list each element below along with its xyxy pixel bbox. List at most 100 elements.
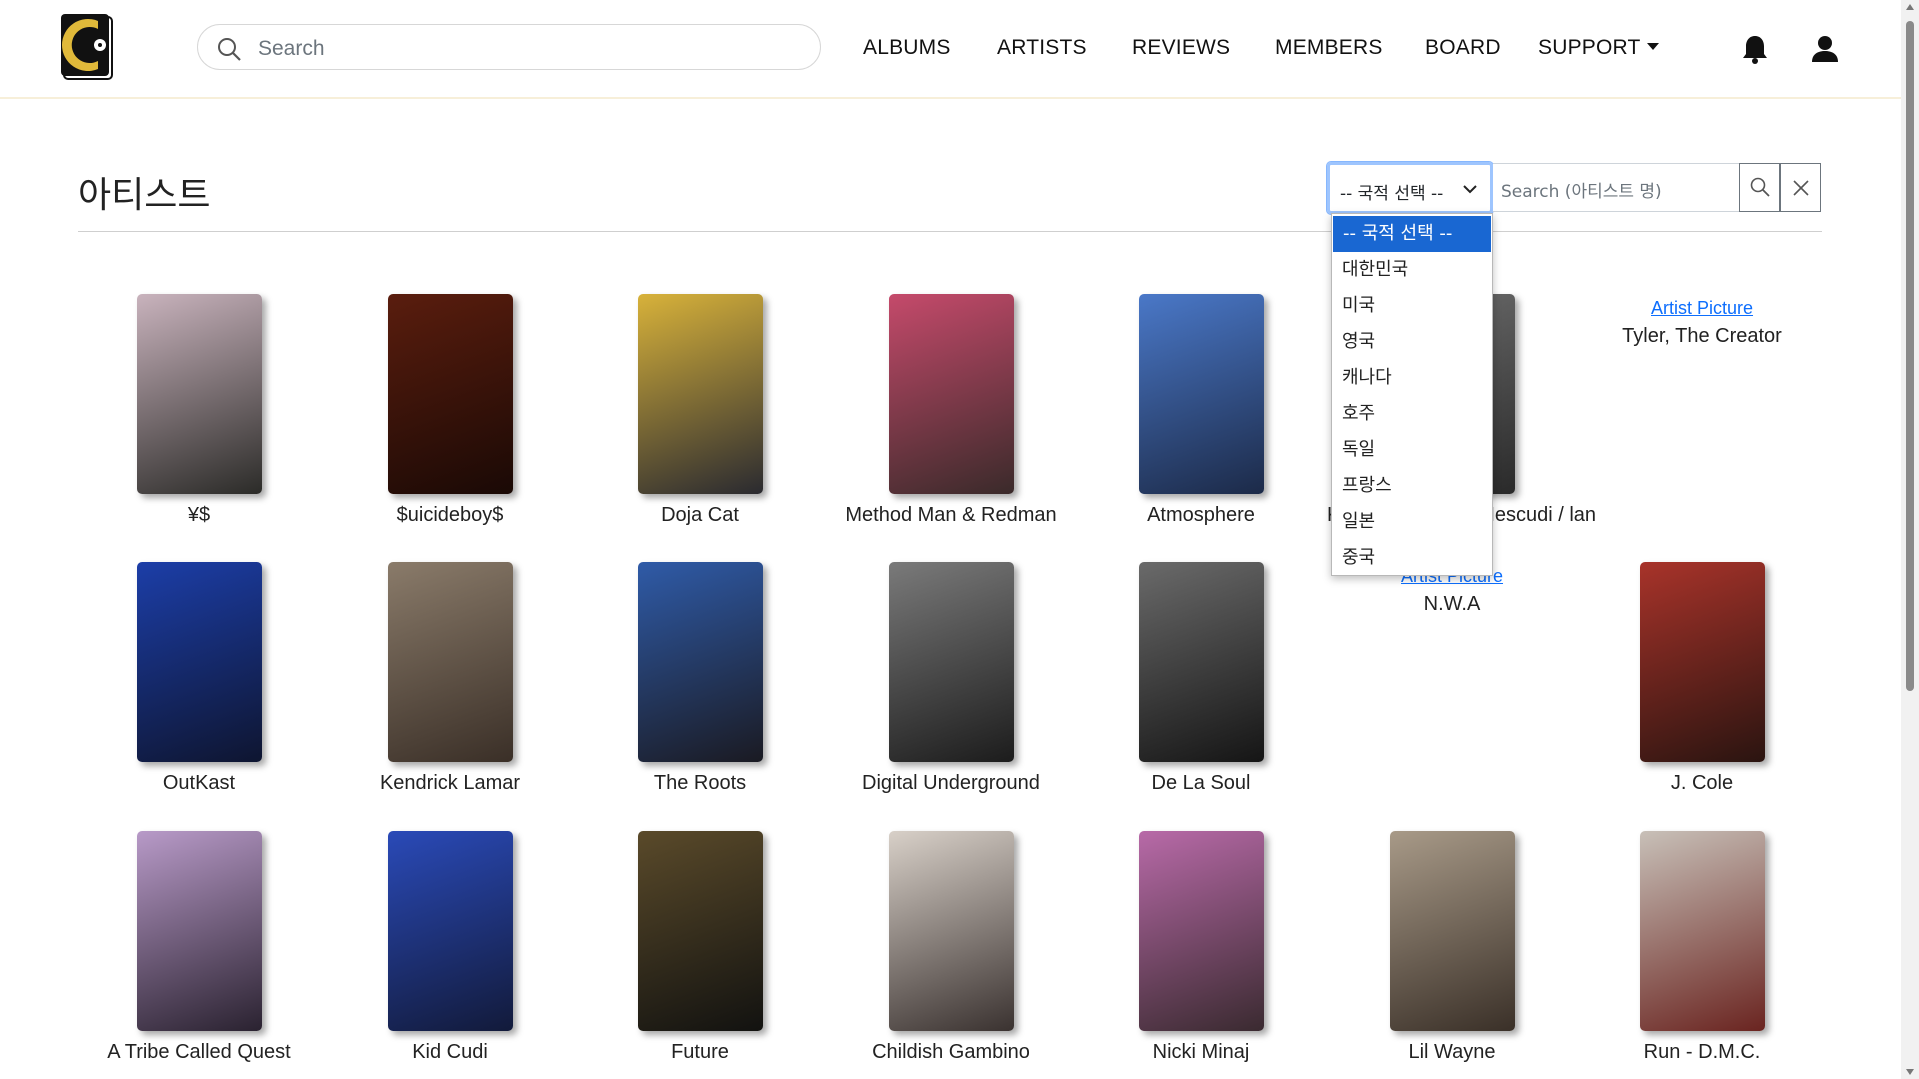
page-scrollbar[interactable] xyxy=(1901,0,1919,1079)
nav-reviews[interactable]: REVIEWS xyxy=(1132,36,1230,60)
top-navbar: Search ALBUMS ARTISTS REVIEWS MEMBERS BO… xyxy=(0,0,1901,99)
search-icon xyxy=(1750,177,1770,197)
artist-card[interactable]: Kid Cudi xyxy=(325,831,575,1064)
broken-image-alt[interactable]: Artist Picture xyxy=(1577,298,1827,319)
artist-photo[interactable] xyxy=(1138,831,1264,1031)
artist-card[interactable]: Method Man & Redman xyxy=(826,294,1076,527)
artist-photo-placeholder xyxy=(1639,562,1765,762)
artist-card[interactable]: Digital Underground xyxy=(826,562,1076,795)
artist-card[interactable]: Doja Cat xyxy=(575,294,825,527)
artist-name[interactable]: Lil Wayne xyxy=(1327,1041,1577,1064)
artist-card[interactable]: A Tribe Called Quest xyxy=(74,831,324,1064)
artist-name[interactable]: Childish Gambino xyxy=(826,1041,1076,1064)
artist-name[interactable]: Future xyxy=(575,1041,825,1064)
dropdown-option[interactable]: 영국 xyxy=(1332,324,1492,360)
user-icon[interactable] xyxy=(1811,35,1839,63)
dropdown-option[interactable]: 일본 xyxy=(1332,504,1492,540)
artist-card[interactable]: OutKast xyxy=(74,562,324,795)
dropdown-option[interactable]: 미국 xyxy=(1332,288,1492,324)
nationality-dropdown: -- 국적 선택 -- 대한민국 미국 영국 캐나다 호주 독일 프랑스 일본 … xyxy=(1331,213,1493,576)
artist-photo[interactable] xyxy=(888,831,1014,1031)
artist-card[interactable]: Artist Picture Tyler, The Creator xyxy=(1577,294,1827,348)
nav-support[interactable]: SUPPORT xyxy=(1538,36,1659,60)
nav-artists[interactable]: ARTISTS xyxy=(997,36,1087,60)
artist-card[interactable]: Run - D.M.C. xyxy=(1577,831,1827,1064)
global-search[interactable]: Search xyxy=(197,24,821,70)
artist-photo[interactable] xyxy=(888,562,1014,762)
artist-name[interactable]: Atmosphere xyxy=(1076,504,1326,527)
nationality-select[interactable]: -- 국적 선택 -- xyxy=(1326,161,1494,215)
artist-photo[interactable] xyxy=(136,294,262,494)
page-title: 아티스트 xyxy=(78,175,211,216)
artist-photo[interactable] xyxy=(387,562,513,762)
artist-card[interactable]: Kendrick Lamar xyxy=(325,562,575,795)
artist-name[interactable]: Doja Cat xyxy=(575,504,825,527)
clear-search-button[interactable] xyxy=(1780,163,1821,212)
artist-card[interactable]: The Roots xyxy=(575,562,825,795)
artist-search-input[interactable]: Search (아티스트 명) xyxy=(1493,163,1740,212)
dropdown-option[interactable]: 독일 xyxy=(1332,432,1492,468)
artist-name[interactable]: The Roots xyxy=(575,772,825,795)
artist-card[interactable]: Nicki Minaj xyxy=(1076,831,1326,1064)
artist-photo[interactable] xyxy=(1389,831,1515,1031)
artist-photo[interactable] xyxy=(888,294,1014,494)
artist-name[interactable]: Kid Cudi xyxy=(325,1041,575,1064)
nav-albums[interactable]: ALBUMS xyxy=(863,36,951,60)
site-logo-icon[interactable] xyxy=(60,13,114,81)
artist-name[interactable]: OutKast xyxy=(74,772,324,795)
artist-photo-placeholder xyxy=(637,831,763,1031)
artist-photo[interactable] xyxy=(136,831,262,1031)
artist-card[interactable]: De La Soul xyxy=(1076,562,1326,795)
dropdown-option[interactable]: 프랑스 xyxy=(1332,468,1492,504)
artist-photo[interactable] xyxy=(637,562,763,762)
bell-icon[interactable] xyxy=(1741,34,1769,64)
artist-name[interactable]: De La Soul xyxy=(1076,772,1326,795)
artist-photo[interactable] xyxy=(1138,294,1264,494)
dropdown-option[interactable]: 호주 xyxy=(1332,396,1492,432)
artist-name[interactable]: Nicki Minaj xyxy=(1076,1041,1326,1064)
artist-card[interactable]: Lil Wayne xyxy=(1327,831,1577,1064)
artist-photo-placeholder xyxy=(1389,831,1515,1031)
artist-name[interactable]: Tyler, The Creator xyxy=(1577,325,1827,348)
artist-photo[interactable] xyxy=(1639,562,1765,762)
artist-card[interactable]: Future xyxy=(575,831,825,1064)
artist-photo[interactable] xyxy=(387,294,513,494)
artist-card[interactable]: ¥$ xyxy=(74,294,324,527)
artist-name[interactable]: ¥$ xyxy=(74,504,324,527)
artist-name[interactable]: N.W.A xyxy=(1327,593,1577,616)
scrollbar-thumb[interactable] xyxy=(1906,21,1914,691)
artist-name[interactable]: Digital Underground xyxy=(826,772,1076,795)
artist-name[interactable]: Method Man & Redman xyxy=(826,504,1076,527)
artist-card[interactable]: Atmosphere xyxy=(1076,294,1326,527)
dropdown-option[interactable]: 중국 xyxy=(1332,540,1492,576)
artist-photo-placeholder xyxy=(1138,831,1264,1031)
dropdown-option[interactable]: 캐나다 xyxy=(1332,360,1492,396)
artist-photo[interactable] xyxy=(1639,831,1765,1031)
artist-name[interactable]: $uicideboy$ xyxy=(325,504,575,527)
scroll-down-icon[interactable] xyxy=(1906,1069,1914,1075)
dropdown-option[interactable]: 대한민국 xyxy=(1332,252,1492,288)
artist-name[interactable]: J. Cole xyxy=(1577,772,1827,795)
artist-photo[interactable] xyxy=(1138,562,1264,762)
artist-photo[interactable] xyxy=(387,831,513,1031)
artist-photo-placeholder xyxy=(637,294,763,494)
nav-support-label: SUPPORT xyxy=(1538,36,1641,59)
artist-card[interactable]: J. Cole xyxy=(1577,562,1827,795)
dropdown-option[interactable]: -- 국적 선택 -- xyxy=(1333,216,1491,252)
nav-members[interactable]: MEMBERS xyxy=(1275,36,1383,60)
artist-card[interactable]: Childish Gambino xyxy=(826,831,1076,1064)
artist-photo[interactable] xyxy=(136,562,262,762)
chevron-down-icon xyxy=(1463,185,1477,194)
artist-photo[interactable] xyxy=(637,294,763,494)
nationality-select-value: -- 국적 선택 -- xyxy=(1340,184,1444,204)
scroll-up-icon[interactable] xyxy=(1906,4,1914,10)
artist-name[interactable]: A Tribe Called Quest xyxy=(74,1041,324,1064)
artist-search-button[interactable] xyxy=(1739,163,1780,212)
artist-photo-placeholder xyxy=(136,831,262,1031)
artist-photo[interactable] xyxy=(637,831,763,1031)
artist-photo-placeholder xyxy=(888,562,1014,762)
nav-board[interactable]: BOARD xyxy=(1425,36,1501,60)
artist-card[interactable]: $uicideboy$ xyxy=(325,294,575,527)
artist-name[interactable]: Run - D.M.C. xyxy=(1577,1041,1827,1064)
artist-name[interactable]: Kendrick Lamar xyxy=(325,772,575,795)
